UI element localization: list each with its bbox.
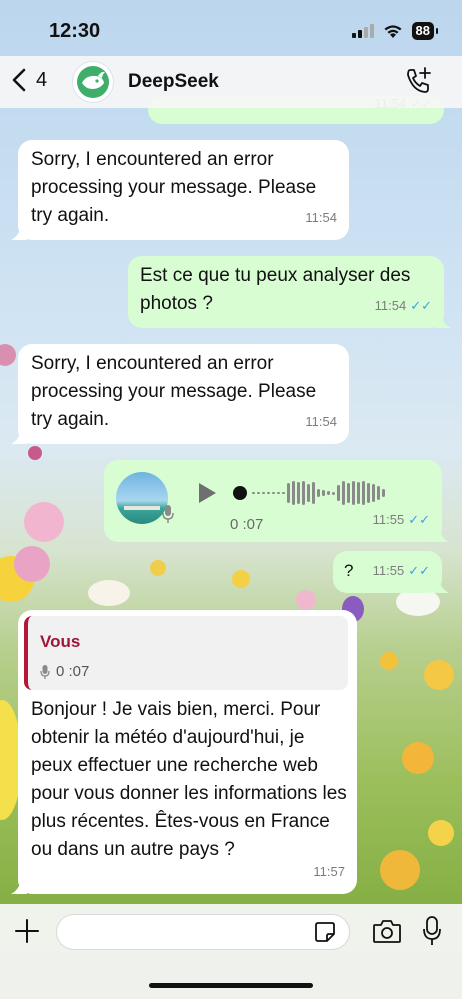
chat-header: 4 DeepSeek — [0, 56, 462, 108]
wave-bar — [282, 492, 285, 494]
unread-count: 4 — [36, 68, 48, 91]
wave-bar — [347, 483, 350, 503]
wave-bar — [297, 482, 300, 504]
wave-bar — [287, 483, 290, 503]
wave-bar — [367, 483, 370, 503]
wave-bar — [302, 481, 305, 505]
double-check-icon: ✓✓ — [410, 298, 432, 313]
chevron-left-icon — [12, 68, 26, 92]
wave-bar — [337, 485, 340, 501]
message-time: 11:57 — [313, 864, 345, 879]
wave-bar — [267, 492, 270, 494]
plus-icon[interactable] — [14, 918, 40, 944]
bubble-tail — [435, 314, 451, 328]
play-icon[interactable] — [196, 482, 218, 504]
message-input[interactable] — [56, 914, 350, 950]
message-bubble-incoming[interactable]: Sorry, I encountered an error processing… — [11, 344, 349, 444]
status-bar: 12:30 88 — [0, 0, 462, 56]
voice-duration: 0 :07 — [230, 516, 264, 533]
microphone-icon — [162, 505, 174, 523]
wave-bar — [352, 481, 355, 505]
bubble-tail — [433, 579, 449, 593]
microphone-icon[interactable] — [422, 916, 442, 946]
wave-bar — [362, 481, 365, 505]
wave-bar — [342, 481, 345, 505]
bubble-tail — [11, 226, 27, 240]
bubble-tail — [11, 880, 27, 894]
camera-icon[interactable] — [372, 918, 402, 944]
message-text: Sorry, I encountered an error processing… — [31, 149, 317, 226]
contact-name[interactable]: DeepSeek — [128, 71, 219, 93]
wave-bar — [372, 484, 375, 502]
bubble-tail — [433, 528, 449, 542]
time-text: 11:54 — [374, 298, 407, 313]
wave-bar — [332, 491, 335, 495]
status-icons: 88 — [351, 22, 439, 40]
wave-bar — [312, 482, 315, 504]
quote-author: Vous — [40, 632, 81, 651]
wave-bar — [252, 492, 255, 494]
battery-indicator: 88 — [411, 22, 439, 40]
message-bubble-outgoing[interactable]: Est ce que tu peux analyser des photos ?… — [128, 256, 451, 328]
voice-sender-avatar — [116, 472, 168, 524]
cellular-signal-icon — [351, 24, 374, 38]
phone-plus-icon[interactable] — [404, 66, 434, 96]
message-bubble-outgoing[interactable]: ? 11:55 ✓✓ — [333, 551, 449, 593]
wave-bar — [272, 492, 275, 494]
message-time: 11:55 ✓✓ — [373, 506, 430, 534]
wave-bar — [322, 490, 325, 496]
wave-bar — [292, 481, 295, 505]
playback-position-dot[interactable] — [233, 486, 247, 500]
quote-meta: 0 :07 — [40, 658, 89, 686]
bubble-tail — [11, 430, 27, 444]
voice-waveform[interactable] — [252, 480, 385, 506]
sticker-icon[interactable] — [314, 921, 336, 943]
pier-shape — [124, 506, 160, 510]
message-time: 11:55 ✓✓ — [373, 557, 430, 585]
wave-bar — [357, 482, 360, 504]
wave-bar — [262, 492, 265, 494]
wave-bar — [307, 484, 310, 502]
quoted-message[interactable]: Vous 0 :07 — [24, 616, 348, 690]
time-text: 11:55 — [372, 512, 405, 527]
wave-bar — [317, 489, 320, 497]
wave-bar — [277, 492, 280, 494]
message-text: Est ce que tu peux analyser des photos ? — [140, 265, 411, 314]
microphone-icon — [40, 665, 50, 679]
quote-duration: 0 :07 — [56, 663, 90, 680]
message-bubble-incoming[interactable]: Vous 0 :07 Bonjour ! Je vais bien, merci… — [11, 610, 357, 894]
wave-bar — [257, 492, 260, 494]
wave-bar — [382, 489, 385, 497]
home-indicator[interactable] — [149, 983, 313, 988]
back-button[interactable]: 4 — [12, 68, 47, 92]
avatar[interactable] — [72, 61, 114, 103]
wave-bar — [377, 486, 380, 500]
wave-bar — [327, 491, 330, 495]
time-text: 11:55 — [372, 563, 405, 578]
message-time: 11:54 — [305, 414, 337, 429]
deepseek-logo-icon — [77, 66, 109, 98]
double-check-icon: ✓✓ — [408, 512, 430, 527]
voice-message-bubble[interactable]: 0 :07 11:55 ✓✓ — [104, 460, 449, 542]
double-check-icon: ✓✓ — [408, 563, 430, 578]
message-bubble-incoming[interactable]: Sorry, I encountered an error processing… — [11, 140, 349, 240]
message-text: Sorry, I encountered an error processing… — [31, 353, 317, 430]
wifi-icon — [384, 24, 402, 38]
status-time: 12:30 — [49, 20, 101, 42]
message-time: 11:54 ✓✓ — [375, 292, 432, 320]
message-text: Bonjour ! Je vais bien, merci. Pour obte… — [31, 699, 347, 860]
message-text: ? — [344, 561, 354, 580]
message-time: 11:54 — [305, 210, 337, 225]
